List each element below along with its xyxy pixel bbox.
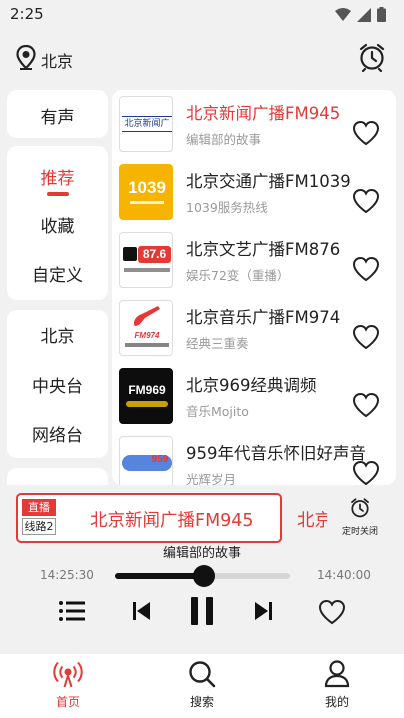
station-program: 经典三重奏 [186,336,249,351]
station-name: 北京969经典调频 [186,376,317,395]
alarm-clock-icon[interactable] [358,42,386,72]
active-category-indicator [47,192,69,196]
progress-fill [115,573,205,579]
favorite-heart-icon[interactable] [352,392,380,418]
station-program: 光辉岁月 [186,472,237,485]
violin-graphic [133,306,160,326]
station-row[interactable]: FM969 北京969经典调频 音乐Mojito [112,364,396,432]
station-row[interactable]: 959 959年代音乐怀旧好声音 光辉岁月 [112,432,396,485]
station-logo: FM974 [119,300,173,356]
end-time: 14:40:00 [317,568,371,582]
favorite-heart-icon[interactable] [352,120,380,146]
station-logo-text: 北京新闻广 [122,116,172,132]
station-logo: FM969 [119,368,173,424]
favorite-heart-icon[interactable] [318,599,346,625]
next-icon[interactable] [253,599,273,623]
station-program: 娱乐72变（重播） [186,268,290,283]
status-bar: 2:25 [0,0,404,30]
sleep-timer-button[interactable]: 定时关闭 [337,497,383,537]
sleep-timer-label: 定时关闭 [341,527,378,537]
status-time: 2:25 [10,5,44,23]
tab-search[interactable]: 搜索 [162,660,242,710]
station-name: 北京交通广播FM1039 [186,172,351,191]
station-row[interactable]: FM974 北京音乐广播FM974 经典三重奏 [112,296,396,364]
station-row[interactable]: 1039 北京交通广播FM1039 1039服务热线 [112,160,396,228]
marquee-next-title: 北京 [297,511,327,531]
category-item-network[interactable]: 网络台 [7,421,108,446]
pause-icon[interactable] [189,596,215,626]
alarm-clock-icon [351,498,369,518]
now-playing-title: 北京新闻广播FM945 [90,511,254,531]
category-item-central[interactable]: 中央台 [7,372,108,397]
category-item-favorites[interactable]: 收藏 [7,212,108,237]
user-icon [324,660,350,688]
now-playing-box[interactable]: 直播 线路2 北京新闻广播FM945 [16,493,282,543]
station-logo-text: 1039 [128,178,166,197]
radio-waves-icon [53,661,83,688]
category-item-recommend[interactable]: 推荐 [7,164,108,189]
header: 北京 [0,38,404,82]
favorite-heart-icon[interactable] [352,256,380,282]
station-row[interactable]: 87.6 北京文艺广播FM876 娱乐72变（重播） [112,228,396,296]
station-program: 编辑部的故事 [186,132,262,147]
station-name: 959年代音乐怀旧好声音 [186,444,366,463]
tab-profile[interactable]: 我的 [297,660,377,710]
station-list: 北京新闻广 北京新闻广播FM945 编辑部的故事 1039 北京交通广播FM10… [112,90,396,485]
progress-track[interactable] [115,565,290,587]
signal-icon [357,7,371,22]
station-name: 北京新闻广播FM945 [186,104,341,123]
category-group-audio: 有声 [7,90,108,138]
search-icon [189,661,216,688]
bottom-tab-bar: 首页 搜索 我的 [0,654,404,718]
player-panel: 直播 线路2 北京新闻广播FM945 北京 定时关闭 编辑部的故事 14:25:… [0,485,404,655]
tab-home[interactable]: 首页 [28,660,108,710]
category-group-main: 推荐 收藏 自定义 [7,146,108,300]
start-time: 14:25:30 [40,568,94,582]
station-logo: 87.6 [119,232,173,288]
tab-search-label: 搜索 [189,695,214,709]
location-pin-icon[interactable] [16,45,36,71]
current-program: 编辑部的故事 [162,546,241,561]
playlist-icon[interactable] [58,599,86,623]
category-group-region: 北京 中央台 网络台 [7,310,108,458]
wifi-icon [335,7,351,21]
station-logo-text: FM974 [134,331,160,340]
station-logo: 959 [119,436,173,485]
station-program: 音乐Mojito [186,404,249,419]
station-name: 北京文艺广播FM876 [186,240,341,259]
station-logo-text: FM969 [128,383,166,397]
station-logo: 北京新闻广 [119,96,173,152]
battery-icon [377,7,386,22]
category-item-custom[interactable]: 自定义 [7,261,108,286]
category-item-beijing[interactable]: 北京 [7,322,108,347]
station-logo: 1039 [119,164,173,220]
category-item-audiobook[interactable]: 有声 [7,103,108,128]
station-logo-text: 87.6 [138,246,171,263]
tab-home-label: 首页 [55,695,80,709]
progress-thumb[interactable] [193,565,216,587]
line-badge[interactable]: 线路2 [22,518,56,535]
station-logo-text: 959 [151,454,169,465]
tab-profile-label: 我的 [324,695,349,709]
station-name: 北京音乐广播FM974 [186,308,341,327]
favorite-heart-icon[interactable] [352,324,380,350]
favorite-heart-icon[interactable] [352,460,380,485]
station-program: 1039服务热线 [186,200,268,215]
location-label[interactable]: 北京 [41,48,73,72]
category-group-more [7,468,108,485]
previous-icon[interactable] [132,599,152,623]
station-row[interactable]: 北京新闻广 北京新闻广播FM945 编辑部的故事 [112,92,396,160]
favorite-heart-icon[interactable] [352,188,380,214]
live-badge: 直播 [22,499,56,516]
